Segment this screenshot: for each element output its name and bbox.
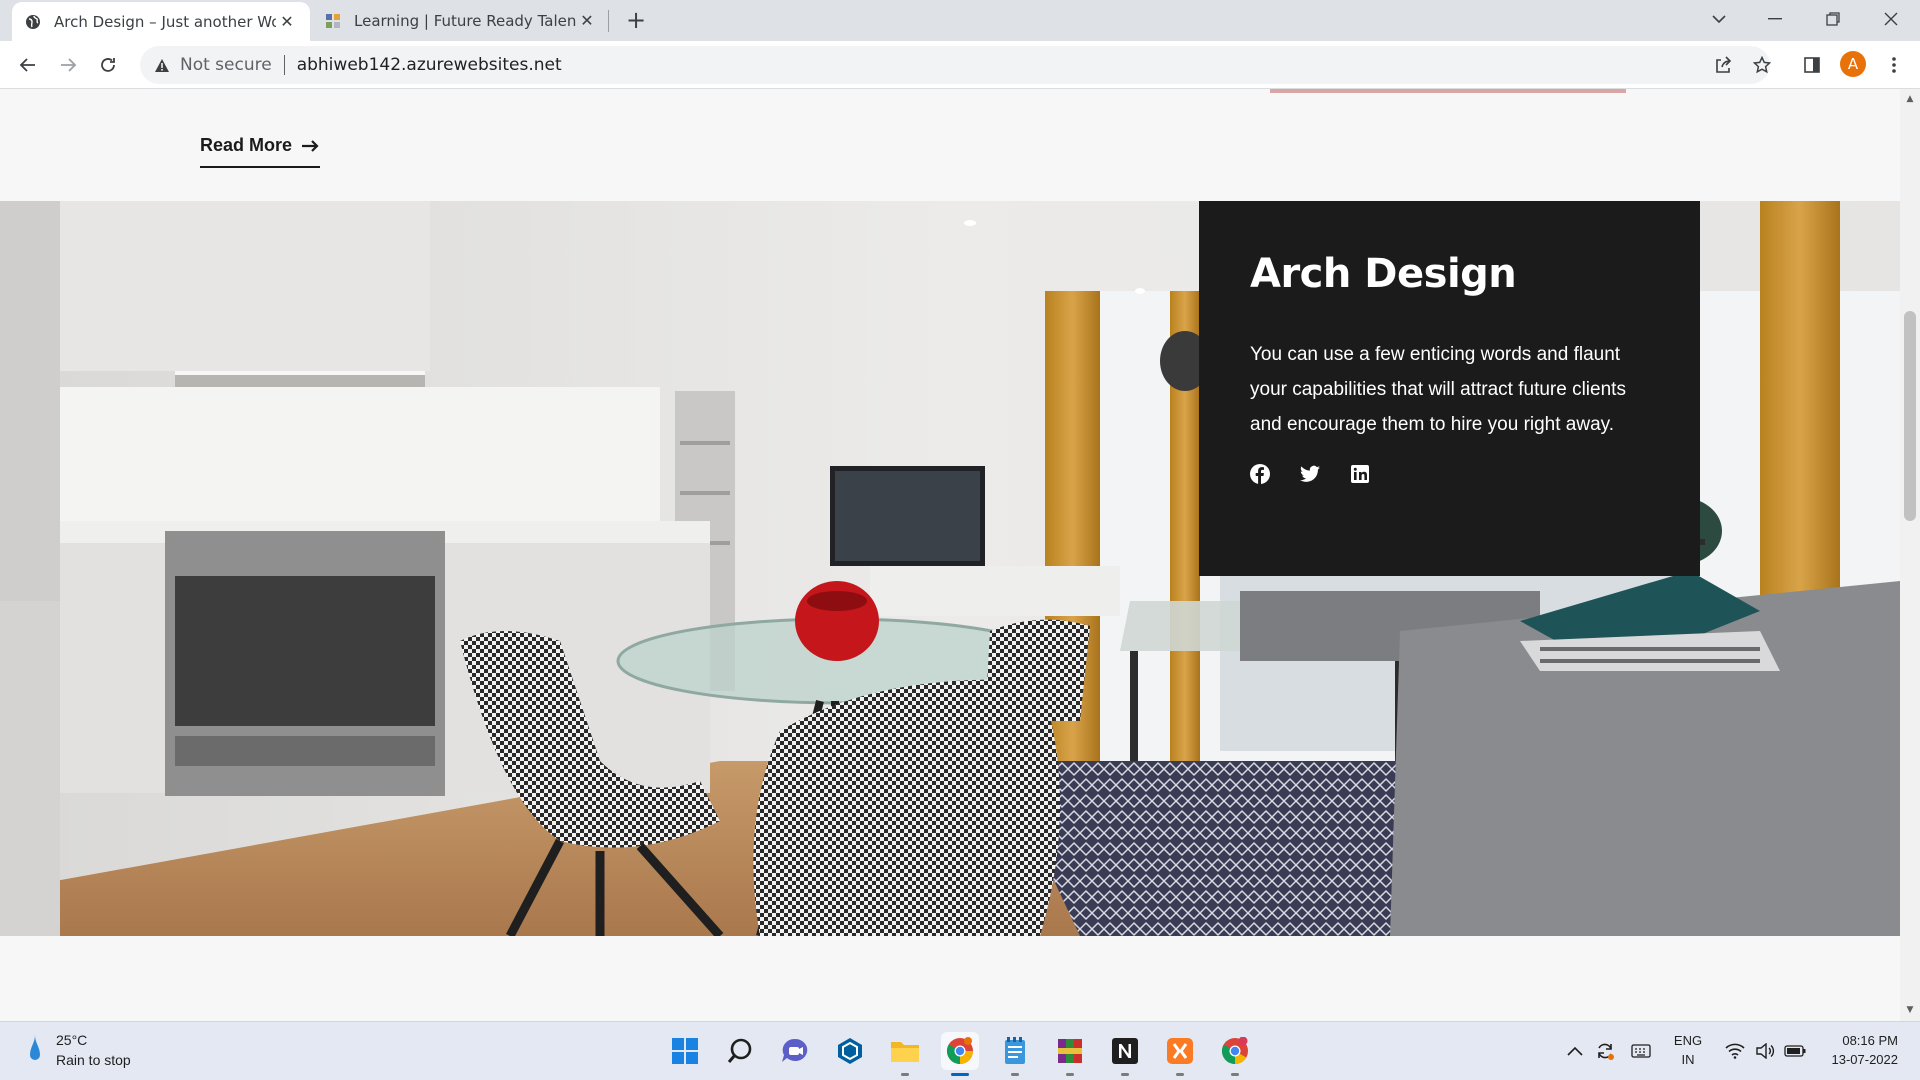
volume-icon[interactable]: [1754, 1040, 1776, 1062]
side-panel-icon[interactable]: [1796, 49, 1828, 81]
read-more-label: Read More: [200, 135, 293, 155]
globe-icon: [24, 13, 42, 31]
arch-design-card: Arch Design You can use a few enticing w…: [1199, 201, 1700, 576]
read-more-link[interactable]: Read More: [200, 135, 321, 168]
scroll-up-icon[interactable]: ▲: [1904, 93, 1916, 105]
facebook-icon[interactable]: [1250, 464, 1270, 484]
minimize-button[interactable]: [1752, 0, 1798, 38]
running-indicator: [1231, 1073, 1239, 1076]
card-body: You can use a few enticing words and fla…: [1250, 344, 1626, 435]
windows-start-icon[interactable]: [666, 1032, 704, 1070]
tab-separator: [608, 10, 609, 32]
clock-time: 08:16 PM: [1842, 1033, 1898, 1048]
region-code: IN: [1681, 1052, 1695, 1067]
chrome-profile-icon[interactable]: [1216, 1032, 1254, 1076]
new-tab-button[interactable]: +: [622, 6, 650, 34]
tab-title: Arch Design – Just another WordPress sit…: [54, 12, 276, 31]
accent-divider: [1270, 89, 1626, 93]
weather-description: Rain to stop: [56, 1052, 131, 1068]
sync-icon[interactable]: [1594, 1040, 1616, 1062]
reload-button[interactable]: [92, 49, 124, 81]
weather-widget[interactable]: 25°C Rain to stop: [28, 1030, 131, 1070]
tab-close-icon[interactable]: ✕: [276, 11, 298, 33]
browser-toolbar: Not secure abhiweb142.azurewebsites.net …: [0, 41, 1920, 89]
active-indicator: [951, 1073, 969, 1076]
wifi-icon[interactable]: [1724, 1040, 1746, 1062]
browser-tabstrip: Arch Design – Just another WordPress sit…: [0, 0, 1920, 41]
notion-icon[interactable]: [1106, 1032, 1144, 1076]
linkedin-icon[interactable]: [1350, 464, 1370, 484]
keyboard-icon[interactable]: [1630, 1040, 1652, 1062]
arrow-right-icon: [302, 139, 319, 152]
notepad-icon[interactable]: [996, 1032, 1034, 1076]
restore-button[interactable]: [1810, 0, 1856, 38]
url-text[interactable]: abhiweb142.azurewebsites.net: [297, 55, 562, 75]
running-indicator: [1176, 1073, 1184, 1076]
forward-arrow-icon: [61, 58, 77, 72]
language-indicator[interactable]: ENG IN: [1670, 1031, 1706, 1069]
chat-icon[interactable]: [776, 1032, 814, 1070]
security-label[interactable]: Not secure: [180, 55, 272, 75]
search-icon[interactable]: [721, 1032, 759, 1070]
file-explorer-icon[interactable]: [886, 1032, 924, 1076]
winrar-icon[interactable]: [1051, 1032, 1089, 1076]
warning-icon[interactable]: [154, 58, 170, 73]
omnibox-divider: [283, 55, 285, 75]
chevron-up-icon[interactable]: [1564, 1040, 1586, 1062]
xampp-icon[interactable]: [1161, 1032, 1199, 1076]
back-button[interactable]: [12, 49, 44, 81]
running-indicator: [1066, 1073, 1074, 1076]
forward-button[interactable]: [52, 49, 84, 81]
scroll-down-icon[interactable]: ▼: [1904, 1004, 1916, 1016]
battery-icon[interactable]: [1784, 1040, 1806, 1062]
scrollbar-thumb[interactable]: [1904, 311, 1916, 521]
tab-close-icon[interactable]: ✕: [576, 10, 598, 32]
tab-search-chevron-icon[interactable]: [1696, 0, 1742, 38]
sketchup-icon[interactable]: [831, 1032, 869, 1070]
running-indicator: [901, 1073, 909, 1076]
page-viewport: Read More Arch Design You can use a few …: [0, 89, 1900, 1021]
page-scrollbar[interactable]: ▲ ▼: [1900, 89, 1920, 1021]
star-icon[interactable]: [1746, 49, 1778, 81]
card-title: Arch Design: [1250, 251, 1517, 297]
close-window-button[interactable]: [1868, 0, 1914, 38]
clock[interactable]: 08:16 PM 13-07-2022: [1818, 1031, 1899, 1069]
back-arrow-icon: [19, 58, 35, 72]
address-bar[interactable]: Not secure abhiweb142.azurewebsites.net: [140, 46, 1770, 84]
social-links: [1250, 464, 1650, 484]
share-icon[interactable]: [1707, 49, 1739, 81]
tab-title: Learning | Future Ready Talent: [354, 11, 576, 30]
tab-arch-design[interactable]: Arch Design – Just another WordPress sit…: [12, 2, 310, 41]
twitter-icon[interactable]: [1300, 464, 1320, 484]
chrome-icon[interactable]: [941, 1032, 979, 1076]
tab-learning[interactable]: Learning | Future Ready Talent ✕: [312, 0, 610, 41]
future-ready-favicon-icon: [324, 12, 342, 30]
raindrop-icon: [30, 1035, 40, 1060]
menu-dots-icon[interactable]: [1878, 49, 1910, 81]
running-indicator: [1121, 1073, 1129, 1076]
running-indicator: [1011, 1073, 1019, 1076]
profile-avatar[interactable]: A: [1840, 51, 1866, 77]
weather-temperature: 25°C: [56, 1032, 88, 1048]
clock-date: 13-07-2022: [1831, 1052, 1899, 1067]
reload-icon: [101, 58, 115, 72]
language-code: ENG: [1673, 1033, 1703, 1048]
windows-taskbar: 25°C Rain to stop ENG IN 08:16 PM 13-07-…: [0, 1021, 1920, 1080]
